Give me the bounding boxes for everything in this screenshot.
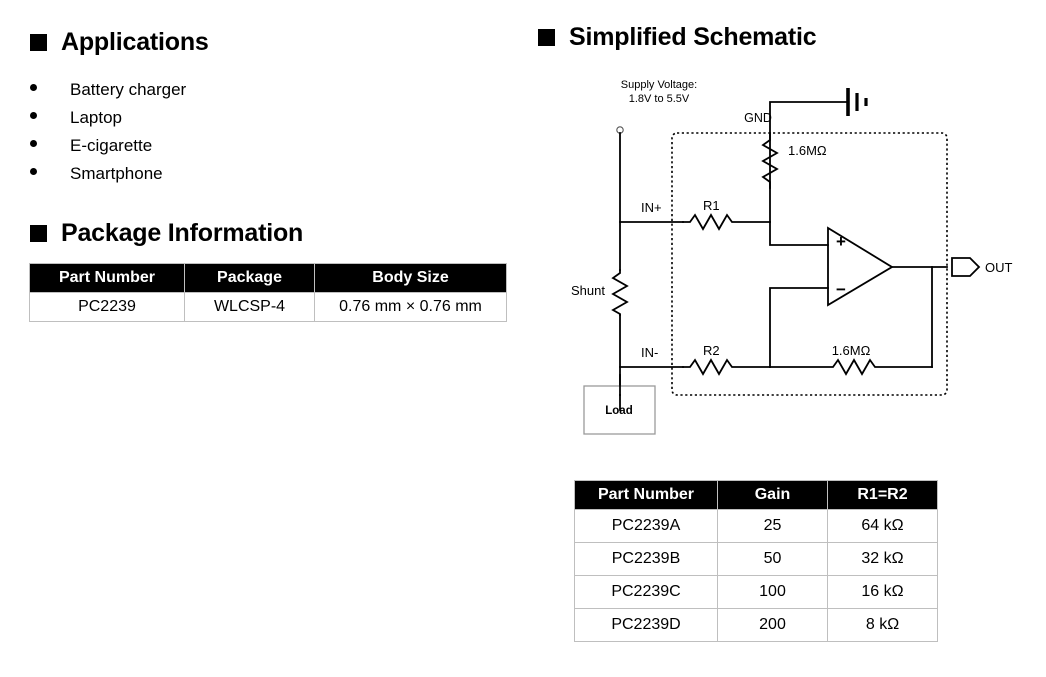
table-cell: 50 bbox=[717, 542, 828, 576]
r1-label: R1 bbox=[703, 198, 720, 213]
table-header-row: Part Number Gain R1=R2 bbox=[574, 480, 938, 510]
feedback-resistor-symbol bbox=[769, 358, 933, 376]
column-header: Package bbox=[184, 263, 315, 293]
table-cell: PC2239A bbox=[574, 509, 718, 543]
out-port-icon bbox=[951, 257, 981, 277]
table-cell: PC2239D bbox=[574, 608, 718, 642]
table-cell: 16 kΩ bbox=[827, 575, 938, 609]
square-bullet-icon bbox=[30, 34, 47, 51]
table-cell: WLCSP-4 bbox=[184, 292, 315, 322]
gnd-label: GND bbox=[744, 111, 772, 125]
out-label: OUT bbox=[985, 260, 1013, 275]
table-cell: 25 bbox=[717, 509, 828, 543]
opamp-plus-input-wire bbox=[769, 221, 829, 246]
round-bullet-icon bbox=[30, 112, 37, 119]
applications-list: Battery charger Laptop E-cigarette Smart… bbox=[30, 80, 186, 192]
shunt-resistor-symbol bbox=[611, 269, 629, 316]
feedback-resistor-value: 1.6MΩ bbox=[832, 343, 871, 358]
column-header: Gain bbox=[717, 480, 828, 510]
package-information-title: Package Information bbox=[61, 219, 304, 247]
table-cell: 100 bbox=[717, 575, 828, 609]
opamp-minus-sign: − bbox=[836, 280, 846, 299]
ground-icon bbox=[846, 88, 868, 116]
gain-options-table: Part Number Gain R1=R2 PC2239A 25 64 kΩ … bbox=[574, 480, 938, 642]
column-header: R1=R2 bbox=[827, 480, 938, 510]
simplified-schematic-diagram: Supply Voltage: 1.8V to 5.5V Shunt Load … bbox=[523, 55, 1046, 455]
package-information-section-heading: Package Information bbox=[30, 221, 303, 246]
table-row: PC2239B 50 32 kΩ bbox=[574, 542, 938, 576]
application-label: E-cigarette bbox=[70, 136, 153, 155]
supply-voltage-label-line1: Supply Voltage: bbox=[621, 79, 697, 91]
round-bullet-icon bbox=[30, 168, 37, 175]
load-label: Load bbox=[605, 405, 632, 417]
round-bullet-icon bbox=[30, 84, 37, 91]
shunt-label: Shunt bbox=[571, 283, 605, 298]
opamp-minus-input-wire bbox=[769, 287, 829, 368]
table-row: PC2239A 25 64 kΩ bbox=[574, 509, 938, 543]
list-item: Laptop bbox=[30, 108, 186, 136]
square-bullet-icon bbox=[538, 29, 555, 46]
application-label: Smartphone bbox=[70, 164, 163, 183]
table-cell: 0.76 mm × 0.76 mm bbox=[314, 292, 507, 322]
table-cell: PC2239 bbox=[29, 292, 185, 322]
simplified-schematic-title: Simplified Schematic bbox=[569, 23, 817, 51]
column-header: Part Number bbox=[574, 480, 718, 510]
round-bullet-icon bbox=[30, 140, 37, 147]
table-cell: 32 kΩ bbox=[827, 542, 938, 576]
package-information-table: Part Number Package Body Size PC2239 WLC… bbox=[29, 263, 507, 322]
list-item: Battery charger bbox=[30, 80, 186, 108]
column-header: Part Number bbox=[29, 263, 185, 293]
simplified-schematic-section-heading: Simplified Schematic bbox=[538, 23, 817, 51]
top-bias-resistor-value: 1.6MΩ bbox=[788, 143, 827, 158]
table-cell: PC2239B bbox=[574, 542, 718, 576]
table-row: PC2239C 100 16 kΩ bbox=[574, 575, 938, 609]
in-minus-label: IN- bbox=[641, 345, 658, 360]
table-header-row: Part Number Package Body Size bbox=[29, 263, 507, 293]
column-header: Body Size bbox=[314, 263, 507, 293]
table-cell: 64 kΩ bbox=[827, 509, 938, 543]
application-label: Laptop bbox=[70, 108, 122, 127]
table-row: PC2239D 200 8 kΩ bbox=[574, 608, 938, 642]
table-row: PC2239 WLCSP-4 0.76 mm × 0.76 mm bbox=[29, 292, 507, 322]
list-item: E-cigarette bbox=[30, 136, 186, 164]
supply-voltage-label-line2: 1.8V to 5.5V bbox=[629, 93, 690, 105]
application-label: Battery charger bbox=[70, 80, 187, 99]
table-cell: PC2239C bbox=[574, 575, 718, 609]
opamp-plus-sign: + bbox=[836, 232, 846, 251]
square-bullet-icon bbox=[30, 225, 47, 242]
applications-title: Applications bbox=[61, 28, 209, 56]
applications-section-heading: Applications bbox=[30, 30, 209, 55]
table-cell: 200 bbox=[717, 608, 828, 642]
in-plus-label: IN+ bbox=[641, 200, 662, 215]
list-item: Smartphone bbox=[30, 164, 186, 192]
r1-resistor-symbol bbox=[682, 213, 771, 231]
r2-label: R2 bbox=[703, 343, 720, 358]
r2-resistor-symbol bbox=[682, 358, 771, 376]
table-cell: 8 kΩ bbox=[827, 608, 938, 642]
